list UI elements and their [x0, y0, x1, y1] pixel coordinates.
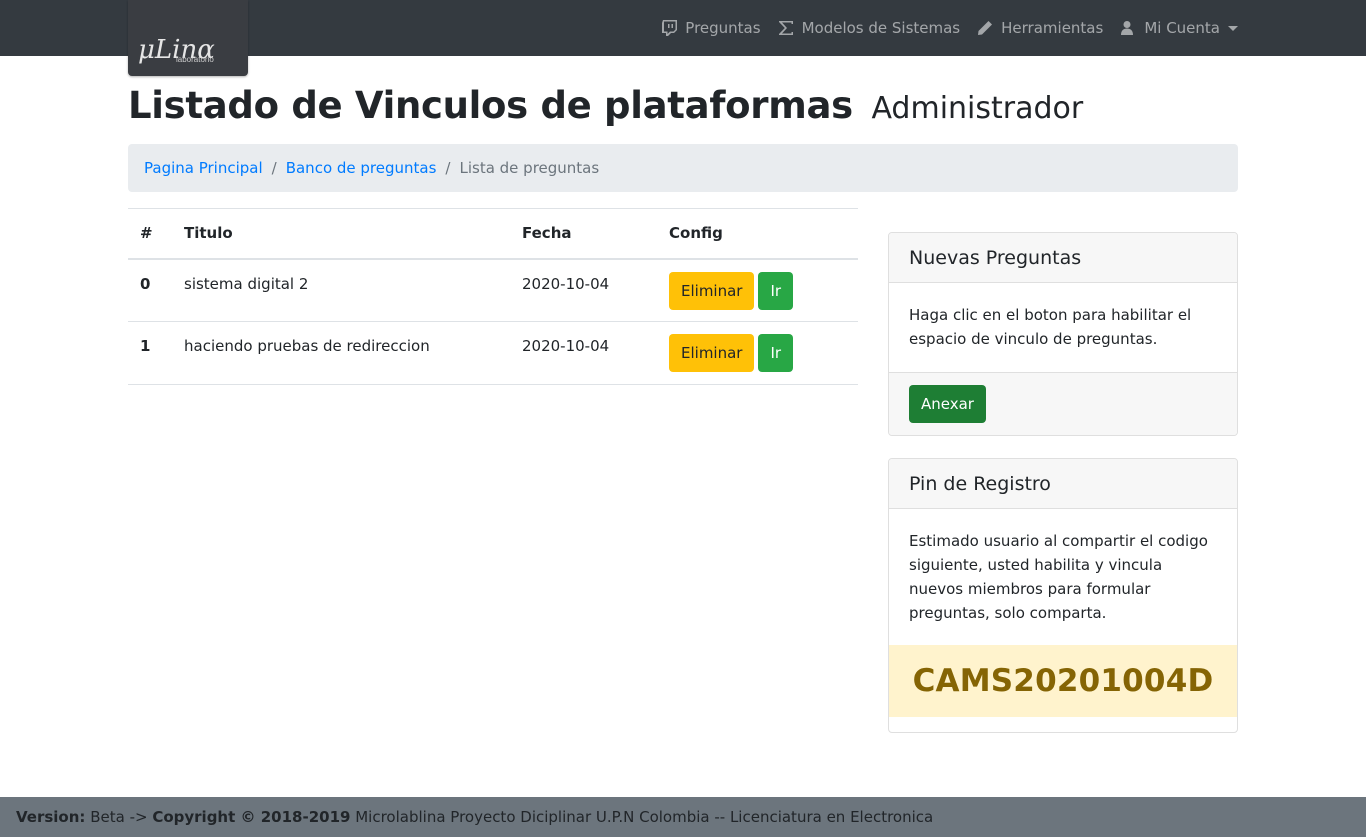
nav-item-modelos[interactable]: Modelos de Sistemas — [777, 19, 961, 37]
page-title: Listado de Vinculos de plataformas Admin… — [128, 82, 1083, 133]
registration-pin-code: CAMS20201004D — [889, 645, 1237, 717]
card-pin-registro: Pin de Registro Estimado usuario al comp… — [888, 458, 1238, 733]
page-subtitle: Administrador — [871, 91, 1084, 126]
column-header-num: # — [140, 224, 153, 243]
nav-item-preguntas[interactable]: Preguntas — [660, 19, 761, 37]
column-header-titulo: Titulo — [184, 224, 233, 243]
breadcrumb-item-banco[interactable]: Banco de preguntas — [286, 159, 437, 177]
row-titulo: haciendo pruebas de redireccion — [184, 337, 430, 355]
breadcrumb-separator: / — [445, 159, 451, 177]
footer-copyright-text: Microlablina Proyecto Diciplinar U.P.N C… — [355, 808, 934, 826]
nav-item-label: Modelos de Sistemas — [801, 19, 961, 37]
breadcrumb-item-home[interactable]: Pagina Principal — [144, 159, 263, 177]
page-title-main: Listado de Vinculos de plataformas — [128, 84, 853, 127]
footer-version-text: Beta -> — [90, 808, 148, 826]
row-config: Eliminar Ir — [657, 259, 858, 322]
footer-copyright-label: Copyright © 2018-2019 — [152, 808, 351, 826]
sigma-icon — [777, 19, 795, 37]
anexar-button[interactable]: Anexar — [909, 385, 986, 423]
nav-menu: Preguntas Modelos de Sistemas Herramient… — [644, 0, 1238, 56]
user-icon — [1119, 19, 1137, 37]
nav-item-label: Preguntas — [685, 19, 761, 37]
delete-button[interactable]: Eliminar — [669, 334, 755, 372]
breadcrumb-separator: / — [271, 159, 277, 177]
chevron-down-icon — [1228, 25, 1238, 31]
row-num: 1 — [140, 337, 151, 355]
row-fecha: 2020-10-04 — [522, 337, 610, 355]
nav-item-mi-cuenta[interactable]: Mi Cuenta — [1119, 19, 1238, 37]
card-body: Estimado usuario al compartir el codigo … — [909, 532, 1208, 622]
table-header-row: # Titulo Fecha Config — [128, 208, 858, 259]
breadcrumb-item-active: Lista de preguntas — [459, 159, 600, 177]
breadcrumb: Pagina Principal / Banco de preguntas / … — [128, 144, 1238, 192]
questions-table: # Titulo Fecha Config 0 sistema digital … — [128, 208, 858, 385]
footer-version-label: Version: — [16, 808, 86, 826]
go-button[interactable]: Ir — [758, 271, 794, 310]
row-config: Eliminar Ir — [657, 322, 858, 385]
card-header: Pin de Registro — [889, 459, 1237, 509]
page-footer: Version: Beta -> Copyright © 2018-2019 M… — [0, 797, 1366, 837]
column-header-config: Config — [669, 224, 723, 243]
card-nuevas-preguntas: Nuevas Preguntas Haga clic en el boton p… — [888, 232, 1238, 436]
row-num: 0 — [140, 274, 151, 293]
nav-item-label: Herramientas — [1001, 19, 1104, 37]
card-body: Haga clic en el boton para habilitar el … — [909, 306, 1192, 348]
go-button[interactable]: Ir — [758, 334, 794, 372]
nav-item-label: Mi Cuenta — [1144, 19, 1220, 37]
row-fecha: 2020-10-04 — [522, 274, 610, 293]
table-row: 0 sistema digital 2 2020-10-04 Eliminar I… — [128, 259, 858, 322]
delete-button[interactable]: Eliminar — [669, 271, 755, 310]
column-header-fecha: Fecha — [522, 224, 572, 243]
nav-item-herramientas[interactable]: Herramientas — [976, 19, 1103, 37]
card-footer: Anexar — [889, 372, 1237, 435]
row-titulo: sistema digital 2 — [184, 274, 309, 293]
app-logo[interactable]: μLinα laboratorio — [128, 0, 248, 76]
card-header: Nuevas Preguntas — [889, 233, 1237, 283]
logo-subtext: laboratorio — [176, 55, 214, 64]
twitch-icon — [660, 19, 678, 37]
table-row: 1 haciendo pruebas de redireccion 2020-1… — [128, 322, 858, 385]
pencil-icon — [976, 19, 994, 37]
